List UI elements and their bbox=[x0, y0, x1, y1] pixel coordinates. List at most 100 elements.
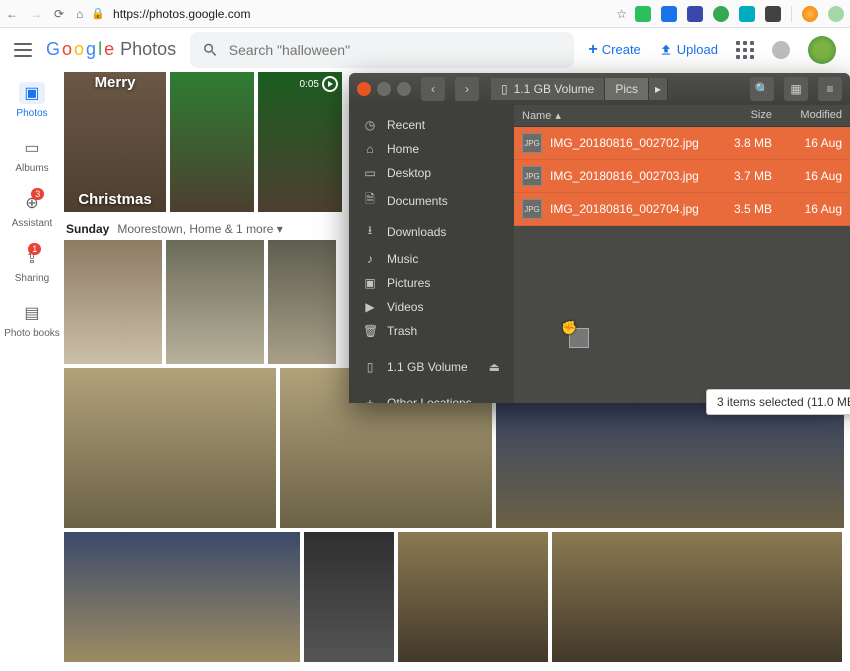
home-icon[interactable]: ⌂ bbox=[76, 7, 83, 21]
drag-ghost: ✊ bbox=[569, 328, 593, 352]
fm-titlebar[interactable]: ‹ › ▯1.1 GB Volume Pics ▸ 🔍 ▦ ≡ bbox=[349, 73, 850, 105]
create-button[interactable]: +Create bbox=[588, 41, 640, 59]
ext-icon[interactable] bbox=[635, 6, 651, 22]
minimize-icon[interactable] bbox=[377, 82, 391, 96]
profile-icon[interactable] bbox=[802, 6, 818, 22]
account-avatar[interactable] bbox=[808, 36, 836, 64]
back-icon[interactable]: ← bbox=[6, 7, 18, 21]
photo-thumbnail[interactable] bbox=[304, 532, 394, 662]
ext-icon[interactable] bbox=[828, 6, 844, 22]
file-row[interactable]: JPG IMG_20180816_002702.jpg 3.8 MB 16 Au… bbox=[514, 127, 850, 160]
image-file-icon: JPG bbox=[522, 166, 542, 186]
col-size[interactable]: Size bbox=[710, 105, 780, 126]
sort-asc-icon: ▴ bbox=[555, 109, 561, 122]
reload-icon[interactable]: ⟳ bbox=[54, 7, 64, 21]
sidebar-item-photos[interactable]: ▣ Photos bbox=[16, 82, 47, 119]
photo-thumbnail[interactable] bbox=[64, 240, 162, 364]
breadcrumb-seg[interactable]: Pics bbox=[605, 78, 649, 100]
maximize-icon[interactable] bbox=[397, 82, 411, 96]
upload-icon bbox=[659, 43, 673, 57]
ext-icon[interactable] bbox=[739, 6, 755, 22]
divider bbox=[791, 6, 792, 22]
videos-icon: ▶ bbox=[363, 300, 377, 314]
left-sidebar: ▣ Photos ▭ Albums 3 ⊕ Assistant 1 ⇪ Shar… bbox=[0, 72, 64, 671]
breadcrumb: ▯1.1 GB Volume Pics ▸ bbox=[491, 78, 668, 100]
app-header: Google Photos +Create Upload bbox=[0, 28, 850, 72]
fm-side-videos[interactable]: ▶Videos bbox=[349, 295, 514, 319]
photo-thumbnail[interactable] bbox=[64, 368, 276, 528]
close-icon[interactable] bbox=[357, 82, 371, 96]
search-box[interactable] bbox=[190, 32, 574, 68]
search-button[interactable]: 🔍 bbox=[750, 77, 774, 101]
col-modified[interactable]: Modified bbox=[780, 105, 850, 126]
badge: 1 bbox=[28, 243, 41, 255]
fm-side-volume[interactable]: ▯1.1 GB Volume⏏ bbox=[349, 355, 514, 379]
image-file-icon: JPG bbox=[522, 199, 542, 219]
sidebar-item-sharing[interactable]: 1 ⇪ Sharing bbox=[15, 247, 49, 284]
logo[interactable]: Google Photos bbox=[46, 39, 176, 60]
file-manager-window[interactable]: ‹ › ▯1.1 GB Volume Pics ▸ 🔍 ▦ ≡ ◷Recent … bbox=[349, 73, 850, 403]
photo-thumbnail[interactable] bbox=[170, 72, 254, 212]
fm-side-documents[interactable]: 🗎Documents bbox=[349, 185, 514, 216]
fm-side-music[interactable]: ♪Music bbox=[349, 247, 514, 271]
search-icon bbox=[202, 41, 219, 59]
photo-thumbnail[interactable] bbox=[268, 240, 336, 364]
ext-icon[interactable] bbox=[661, 6, 677, 22]
music-icon: ♪ bbox=[363, 252, 377, 266]
search-input[interactable] bbox=[229, 42, 563, 58]
breadcrumb-seg[interactable]: ▯1.1 GB Volume bbox=[491, 78, 605, 100]
photo-thumbnail[interactable] bbox=[64, 532, 300, 662]
eject-icon[interactable]: ⏏ bbox=[489, 360, 500, 374]
photo-thumbnail[interactable] bbox=[166, 240, 264, 364]
forward-button[interactable]: › bbox=[455, 77, 479, 101]
list-header[interactable]: Name▴ Size Modified bbox=[514, 105, 850, 127]
photos-icon: ▣ bbox=[19, 82, 45, 104]
folder-icon: 🗎 bbox=[363, 190, 377, 211]
photo-books-icon: ▤ bbox=[21, 302, 43, 324]
sidebar-item-photo-books[interactable]: ▤ Photo books bbox=[4, 302, 60, 339]
upload-button[interactable]: Upload bbox=[659, 42, 718, 57]
image-file-icon: JPG bbox=[522, 133, 542, 153]
forward-icon[interactable]: → bbox=[30, 7, 42, 21]
sidebar-item-albums[interactable]: ▭ Albums bbox=[15, 137, 48, 174]
drive-icon: ▯ bbox=[501, 82, 508, 96]
play-icon bbox=[322, 76, 338, 92]
photo-thumbnail[interactable] bbox=[398, 532, 548, 662]
home-icon: ⌂ bbox=[363, 142, 377, 156]
ext-icon[interactable] bbox=[687, 6, 703, 22]
hamburger-button[interactable]: ≡ bbox=[818, 77, 842, 101]
photo-thumbnail[interactable]: Merry Christmas bbox=[64, 72, 166, 212]
col-name[interactable]: Name▴ bbox=[514, 105, 710, 126]
view-grid-button[interactable]: ▦ bbox=[784, 77, 808, 101]
ext-icon[interactable] bbox=[713, 6, 729, 22]
star-icon[interactable]: ☆ bbox=[616, 7, 627, 21]
extension-icons bbox=[635, 6, 844, 22]
fm-side-pictures[interactable]: ▣Pictures bbox=[349, 271, 514, 295]
grab-cursor-icon: ✊ bbox=[561, 320, 577, 336]
overlay-text: Christmas bbox=[78, 191, 151, 208]
menu-button[interactable] bbox=[14, 43, 32, 57]
apps-icon[interactable] bbox=[736, 41, 754, 59]
albums-icon: ▭ bbox=[21, 137, 43, 159]
fm-side-desktop[interactable]: ▭Desktop bbox=[349, 161, 514, 185]
chevron-down-icon[interactable]: ▾ bbox=[277, 222, 283, 236]
selection-tooltip: 3 items selected (11.0 MB) bbox=[706, 389, 850, 415]
file-row[interactable]: JPG IMG_20180816_002703.jpg 3.7 MB 16 Au… bbox=[514, 160, 850, 193]
lock-icon: 🔒 bbox=[91, 7, 105, 20]
overlay-text: Merry bbox=[95, 74, 136, 91]
fm-side-downloads[interactable]: ⭳Downloads bbox=[349, 216, 514, 247]
breadcrumb-more[interactable]: ▸ bbox=[649, 78, 668, 100]
notifications-icon[interactable] bbox=[772, 41, 790, 59]
fm-sidebar: ◷Recent ⌂Home ▭Desktop 🗎Documents ⭳Downl… bbox=[349, 105, 514, 403]
file-row[interactable]: JPG IMG_20180816_002704.jpg 3.5 MB 16 Au… bbox=[514, 193, 850, 226]
fm-side-other[interactable]: +Other Locations bbox=[349, 391, 514, 403]
fm-side-trash[interactable]: 🗑Trash bbox=[349, 319, 514, 343]
back-button[interactable]: ‹ bbox=[421, 77, 445, 101]
fm-side-recent[interactable]: ◷Recent bbox=[349, 113, 514, 137]
photo-thumbnail[interactable]: 0:05 bbox=[258, 72, 342, 212]
sidebar-item-assistant[interactable]: 3 ⊕ Assistant bbox=[12, 192, 53, 229]
photo-thumbnail[interactable] bbox=[552, 532, 842, 662]
fm-side-home[interactable]: ⌂Home bbox=[349, 137, 514, 161]
ext-icon[interactable] bbox=[765, 6, 781, 22]
address-bar[interactable]: https://photos.google.com bbox=[113, 7, 250, 21]
